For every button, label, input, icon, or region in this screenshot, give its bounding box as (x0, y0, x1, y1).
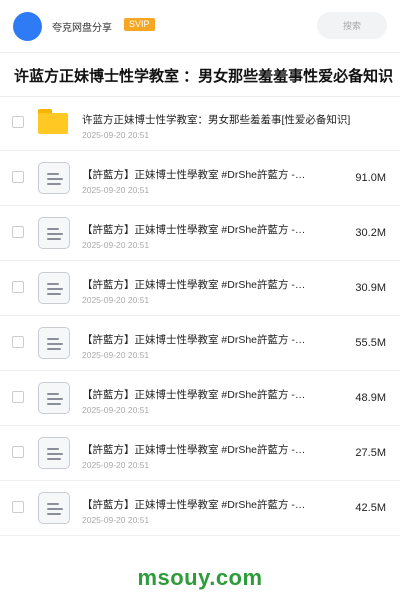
item-name: 【許藍方】正妹博士性學教室 #DrShe許藍方 -… (82, 444, 306, 456)
header-bar: 夸克网盘分享 SVIP (0, 0, 400, 52)
item-date: 2025-09-20 20:51 (82, 515, 150, 525)
item-size: 27.5M (355, 447, 386, 459)
item-date: 2025-09-20 20:51 (82, 130, 150, 140)
item-date: 2025-09-20 20:51 (82, 185, 150, 195)
item-checkbox[interactable] (12, 116, 24, 128)
file-icon (38, 327, 70, 359)
file-icon (38, 437, 70, 469)
item-size: 30.2M (355, 227, 386, 239)
item-size: 55.5M (355, 337, 386, 349)
item-date: 2025-09-20 20:51 (82, 240, 150, 250)
item-date: 2025-09-20 20:51 (82, 295, 150, 305)
item-name: 【許藍方】正妹博士性學教室 #DrShe許藍方 -… (82, 499, 306, 511)
item-checkbox[interactable] (12, 336, 24, 348)
item-name: 【許藍方】正妹博士性學教室 #DrShe許藍方 -… (82, 224, 306, 236)
item-name: 【許藍方】正妹博士性學教室 #DrShe許藍方 -… (82, 389, 306, 401)
item-date: 2025-09-20 20:51 (82, 460, 150, 470)
item-checkbox[interactable] (12, 501, 24, 513)
item-checkbox[interactable] (12, 446, 24, 458)
list-item[interactable]: 【許藍方】正妹博士性學教室 #DrShe許藍方 -… 2025-09-20 20… (0, 426, 400, 481)
item-checkbox[interactable] (12, 171, 24, 183)
search-input[interactable] (317, 12, 387, 39)
item-size: 42.5M (355, 502, 386, 514)
file-list: 许蓝方正妹博士性学教室：男女那些羞羞事[性爱必备知识] 2025-09-20 2… (0, 96, 400, 536)
item-date: 2025-09-20 20:51 (82, 405, 150, 415)
item-name: 【許藍方】正妹博士性學教室 #DrShe許藍方 -… (82, 334, 306, 346)
item-name: 【許藍方】正妹博士性學教室 #DrShe許藍方 -… (82, 279, 306, 291)
page-title: 许蓝方正妹博士性学教室 ：男女那些羞羞事性爱必备知识 (14, 68, 394, 85)
file-icon (38, 492, 70, 524)
folder-icon (38, 109, 68, 134)
watermark: msouy.com (137, 565, 263, 590)
svip-badge: SVIP (124, 18, 155, 31)
list-item[interactable]: 【許藍方】正妹博士性學教室 #DrShe許藍方 -… 2025-09-20 20… (0, 151, 400, 206)
item-name: 【許藍方】正妹博士性學教室 #DrShe許藍方 -… (82, 169, 306, 181)
item-size: 91.0M (355, 172, 386, 184)
avatar[interactable] (13, 12, 42, 41)
list-item[interactable]: 【許藍方】正妹博士性學教室 #DrShe許藍方 -… 2025-09-20 20… (0, 481, 400, 536)
item-date: 2025-09-20 20:51 (82, 350, 150, 360)
title-bar: 许蓝方正妹博士性学教室 ：男女那些羞羞事性爱必备知识 (0, 52, 400, 97)
list-item[interactable]: 【許藍方】正妹博士性學教室 #DrShe許藍方 -… 2025-09-20 20… (0, 371, 400, 426)
item-size: 30.9M (355, 282, 386, 294)
file-icon (38, 272, 70, 304)
item-size: 48.9M (355, 392, 386, 404)
list-item[interactable]: 【許藍方】正妹博士性學教室 #DrShe許藍方 -… 2025-09-20 20… (0, 316, 400, 371)
item-checkbox[interactable] (12, 226, 24, 238)
list-item[interactable]: 【許藍方】正妹博士性學教室 #DrShe許藍方 -… 2025-09-20 20… (0, 206, 400, 261)
list-item[interactable]: 【許藍方】正妹博士性學教室 #DrShe許藍方 -… 2025-09-20 20… (0, 261, 400, 316)
app-name: 夸克网盘分享 (52, 23, 112, 34)
item-checkbox[interactable] (12, 391, 24, 403)
list-item-folder[interactable]: 许蓝方正妹博士性学教室：男女那些羞羞事[性爱必备知识] 2025-09-20 2… (0, 96, 400, 151)
file-icon (38, 382, 70, 414)
item-checkbox[interactable] (12, 281, 24, 293)
file-icon (38, 217, 70, 249)
item-name: 许蓝方正妹博士性学教室：男女那些羞羞事[性爱必备知识] (82, 114, 351, 126)
file-icon (38, 162, 70, 194)
